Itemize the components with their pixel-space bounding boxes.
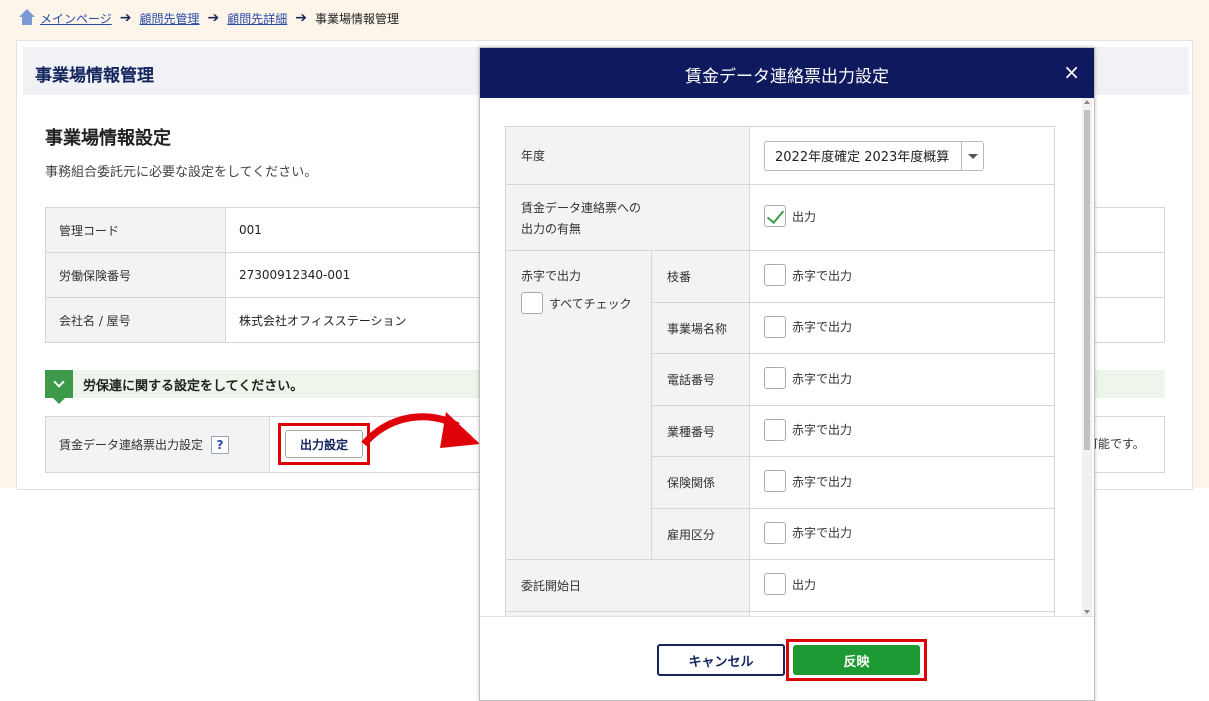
office-name-checkbox[interactable]: 赤字で出力 <box>764 315 853 338</box>
output-checkbox-label: 出力 <box>792 209 817 224</box>
checkbox-label: 赤字で出力 <box>792 474 853 489</box>
insurance-relation-label: 保険関係 <box>651 456 750 509</box>
table-row: 委託開始日 出力 <box>505 559 1055 612</box>
apply-button[interactable]: 反映 <box>793 645 920 675</box>
modal-body: 年度 2022年度確定 2023年度概算 賃金データ連絡票への 出力の有無 出力… <box>480 98 1094 616</box>
branch-number-checkbox[interactable]: 赤字で出力 <box>764 264 852 286</box>
year-cell: 2022年度確定 2023年度概算 <box>749 126 1055 185</box>
close-icon[interactable]: × <box>1063 60 1080 84</box>
chevron-down-icon <box>45 370 73 404</box>
checkbox-icon[interactable] <box>764 367 786 389</box>
arrow-right-icon: ➔ <box>207 10 220 26</box>
output-settings-modal: 賃金データ連絡票出力設定 × 年度 2022年度確定 2023年度概算 賃金デー… <box>479 47 1095 701</box>
output-setting-label: 賃金データ連絡票出力設定 ? <box>46 417 270 472</box>
checkbox-label: 出力 <box>792 577 817 592</box>
red-output-group: 赤字で出力 すべてチェック <box>505 250 652 560</box>
checkbox-label: 赤字で出力 <box>792 320 853 334</box>
checkbox-label: 赤字で出力 <box>792 268 853 283</box>
checkbox-icon[interactable] <box>764 264 786 286</box>
branch-number-label: 枝番 <box>651 250 750 303</box>
industry-number-label: 業種番号 <box>651 405 750 457</box>
table-row: 賃金データ連絡票への 出力の有無 出力 <box>505 184 1055 251</box>
arrow-right-icon: ➔ <box>295 10 307 26</box>
output-presence-label: 賃金データ連絡票への 出力の有無 <box>505 184 750 251</box>
scrollbar-thumb[interactable] <box>1084 110 1090 450</box>
table-row: 赤字で出力 すべてチェック 枝番 赤字で出力 <box>505 250 1055 560</box>
output-checkbox[interactable]: 出力 <box>764 205 816 227</box>
office-name-label: 事業場名称 <box>651 302 750 354</box>
checkbox-icon[interactable] <box>764 521 786 544</box>
modal-footer: キャンセル 反映 <box>480 616 1094 700</box>
output-presence-label-line2: 出力の有無 <box>521 221 582 236</box>
check-all-checkbox[interactable]: すべてチェック <box>521 292 632 314</box>
settings-table: 年度 2022年度確定 2023年度概算 賃金データ連絡票への 出力の有無 出力… <box>505 126 1055 616</box>
branch-number-cell: 赤字で出力 <box>749 250 1055 303</box>
highlight-box: 出力設定 <box>278 423 370 465</box>
scroll-down-icon[interactable] <box>1084 610 1090 614</box>
output-presence-cell: 出力 <box>749 184 1055 251</box>
phone-number-checkbox[interactable]: 赤字で出力 <box>764 367 852 389</box>
arrow-right-icon: ➔ <box>119 10 132 26</box>
management-code-label: 管理コード <box>45 207 226 253</box>
modal-scrollbar[interactable] <box>1082 98 1092 616</box>
highlight-box: 反映 <box>786 639 927 681</box>
red-output-label: 赤字で出力 <box>521 269 582 283</box>
notice-text: 労保連に関する設定をしてください。 <box>83 378 304 394</box>
table-row: 年度 2022年度確定 2023年度概算 <box>505 126 1055 185</box>
help-icon[interactable]: ? <box>211 435 230 454</box>
company-name-label: 会社名 / 屋号 <box>45 297 226 343</box>
year-select-value: 2022年度確定 2023年度概算 <box>775 150 950 165</box>
phone-number-label: 電話番号 <box>651 353 750 406</box>
checkbox-icon[interactable] <box>764 418 786 441</box>
output-setting-button[interactable]: 出力設定 <box>285 430 363 458</box>
checkbox-label: 赤字で出力 <box>792 423 853 437</box>
checkbox-label: 赤字で出力 <box>792 526 853 540</box>
cancel-button[interactable]: キャンセル <box>657 644 785 676</box>
year-select[interactable]: 2022年度確定 2023年度概算 <box>764 140 984 171</box>
modal-header: 賃金データ連絡票出力設定 × <box>480 48 1094 98</box>
chevron-down-icon[interactable] <box>961 141 983 170</box>
phone-number-cell: 赤字で出力 <box>749 353 1055 406</box>
insurance-relation-cell: 赤字で出力 <box>749 456 1055 509</box>
home-icon <box>18 9 36 27</box>
industry-number-checkbox[interactable]: 赤字で出力 <box>764 418 853 441</box>
start-date-label: 委託開始日 <box>505 559 750 612</box>
checkbox-icon[interactable] <box>764 573 786 595</box>
office-name-cell: 赤字で出力 <box>749 302 1055 354</box>
modal-title: 賃金データ連絡票出力設定 <box>685 67 889 87</box>
checkbox-icon[interactable] <box>521 292 543 314</box>
breadcrumb-client-detail[interactable]: 顧問先詳細 <box>227 10 287 27</box>
employment-type-cell: 赤字で出力 <box>749 508 1055 560</box>
employment-type-checkbox[interactable]: 赤字で出力 <box>764 521 853 544</box>
check-all-label: すべてチェック <box>549 296 632 311</box>
labor-insurance-number-label: 労働保険番号 <box>45 252 226 298</box>
checkbox-label: 赤字で出力 <box>792 371 853 386</box>
section-title: 事業場情報設定 <box>45 128 171 149</box>
checkbox-icon[interactable] <box>764 315 786 338</box>
insurance-relation-checkbox[interactable]: 赤字で出力 <box>764 470 852 492</box>
breadcrumb-client-management[interactable]: 顧問先管理 <box>140 10 200 27</box>
year-label: 年度 <box>505 126 750 185</box>
industry-number-cell: 赤字で出力 <box>749 405 1055 457</box>
start-date-cell: 出力 <box>749 559 1055 612</box>
section-description: 事務組合委託元に必要な設定をしてください。 <box>45 165 318 180</box>
red-arrow-icon <box>361 412 480 448</box>
checkmark-icon[interactable] <box>764 205 786 227</box>
output-setting-label-text: 賃金データ連絡票出力設定 <box>59 438 204 452</box>
checkbox-icon[interactable] <box>764 470 786 492</box>
breadcrumb-current: 事業場情報管理 <box>315 11 400 26</box>
breadcrumb-main-page[interactable]: メインページ <box>40 10 112 27</box>
output-presence-label-line1: 賃金データ連絡票への <box>521 200 642 215</box>
breadcrumb: メインページ ➔ 顧問先管理 ➔ 顧問先詳細 ➔ 事業場情報管理 <box>18 8 399 28</box>
page-title: 事業場情報管理 <box>35 66 154 86</box>
start-date-checkbox[interactable]: 出力 <box>764 573 816 595</box>
employment-type-label: 雇用区分 <box>651 508 750 560</box>
scroll-up-icon[interactable] <box>1084 100 1090 104</box>
